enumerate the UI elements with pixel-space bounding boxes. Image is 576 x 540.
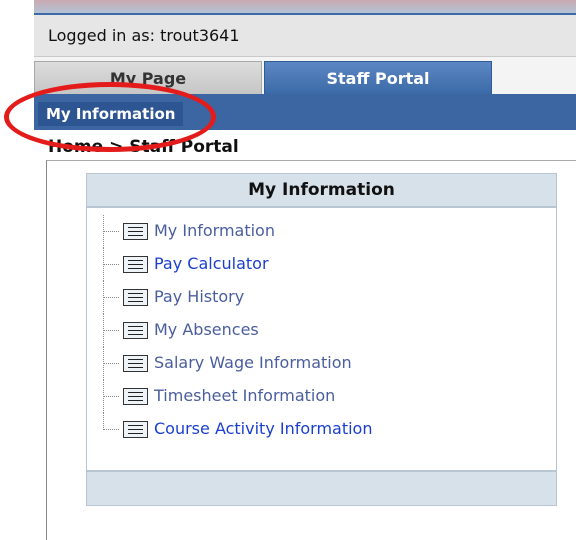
tree-item-my-absences[interactable]: My Absences bbox=[103, 314, 543, 347]
tree-item-label[interactable]: My Information bbox=[154, 221, 275, 240]
panel-footer bbox=[86, 471, 557, 506]
sub-navigation-bar: My Information bbox=[34, 94, 576, 130]
panel-title: My Information bbox=[86, 173, 557, 207]
document-list-icon bbox=[123, 256, 148, 273]
tree-connector bbox=[103, 413, 121, 446]
tab-staff-portal[interactable]: Staff Portal bbox=[264, 61, 492, 94]
tree-connector bbox=[103, 248, 121, 281]
panel-body: My Information Pay Calculator Pay Histor… bbox=[86, 207, 557, 471]
tree-item-pay-calculator[interactable]: Pay Calculator bbox=[103, 248, 543, 281]
tree-item-label[interactable]: Timesheet Information bbox=[154, 386, 335, 405]
tree-item-label[interactable]: My Absences bbox=[154, 320, 259, 339]
document-list-icon bbox=[123, 289, 148, 306]
document-list-icon bbox=[123, 355, 148, 372]
my-information-panel: My Information My Information Pay Calcul… bbox=[86, 173, 557, 506]
document-list-icon bbox=[123, 388, 148, 405]
top-banner-strip bbox=[34, 0, 576, 15]
tree-item-label[interactable]: Course Activity Information bbox=[154, 419, 372, 438]
tree-item-label[interactable]: Pay Calculator bbox=[154, 254, 269, 273]
document-list-icon bbox=[123, 223, 148, 240]
tree-connector bbox=[103, 281, 121, 314]
tree-item-course-activity-information[interactable]: Course Activity Information bbox=[103, 413, 543, 446]
tree-connector bbox=[103, 347, 121, 380]
tree-item-label[interactable]: Pay History bbox=[154, 287, 244, 306]
subnav-item-my-information[interactable]: My Information bbox=[38, 102, 184, 126]
tree-connector bbox=[103, 215, 121, 248]
tree-item-salary-wage-information[interactable]: Salary Wage Information bbox=[103, 347, 543, 380]
tree-connector bbox=[103, 314, 121, 347]
logged-in-label: Logged in as: trout3641 bbox=[48, 26, 240, 45]
document-list-icon bbox=[123, 322, 148, 339]
login-bar: Logged in as: trout3641 bbox=[34, 15, 576, 57]
tab-my-page[interactable]: My Page bbox=[34, 61, 262, 94]
breadcrumb: Home > Staff Portal bbox=[48, 137, 239, 157]
tree-item-pay-history[interactable]: Pay History bbox=[103, 281, 543, 314]
menu-tree: My Information Pay Calculator Pay Histor… bbox=[103, 215, 543, 446]
document-list-icon bbox=[123, 421, 148, 438]
tree-item-my-information[interactable]: My Information bbox=[103, 215, 543, 248]
tree-connector bbox=[103, 380, 121, 413]
tree-item-label[interactable]: Salary Wage Information bbox=[154, 353, 352, 372]
tab-bar: My Page Staff Portal bbox=[34, 57, 576, 94]
tree-item-timesheet-information[interactable]: Timesheet Information bbox=[103, 380, 543, 413]
